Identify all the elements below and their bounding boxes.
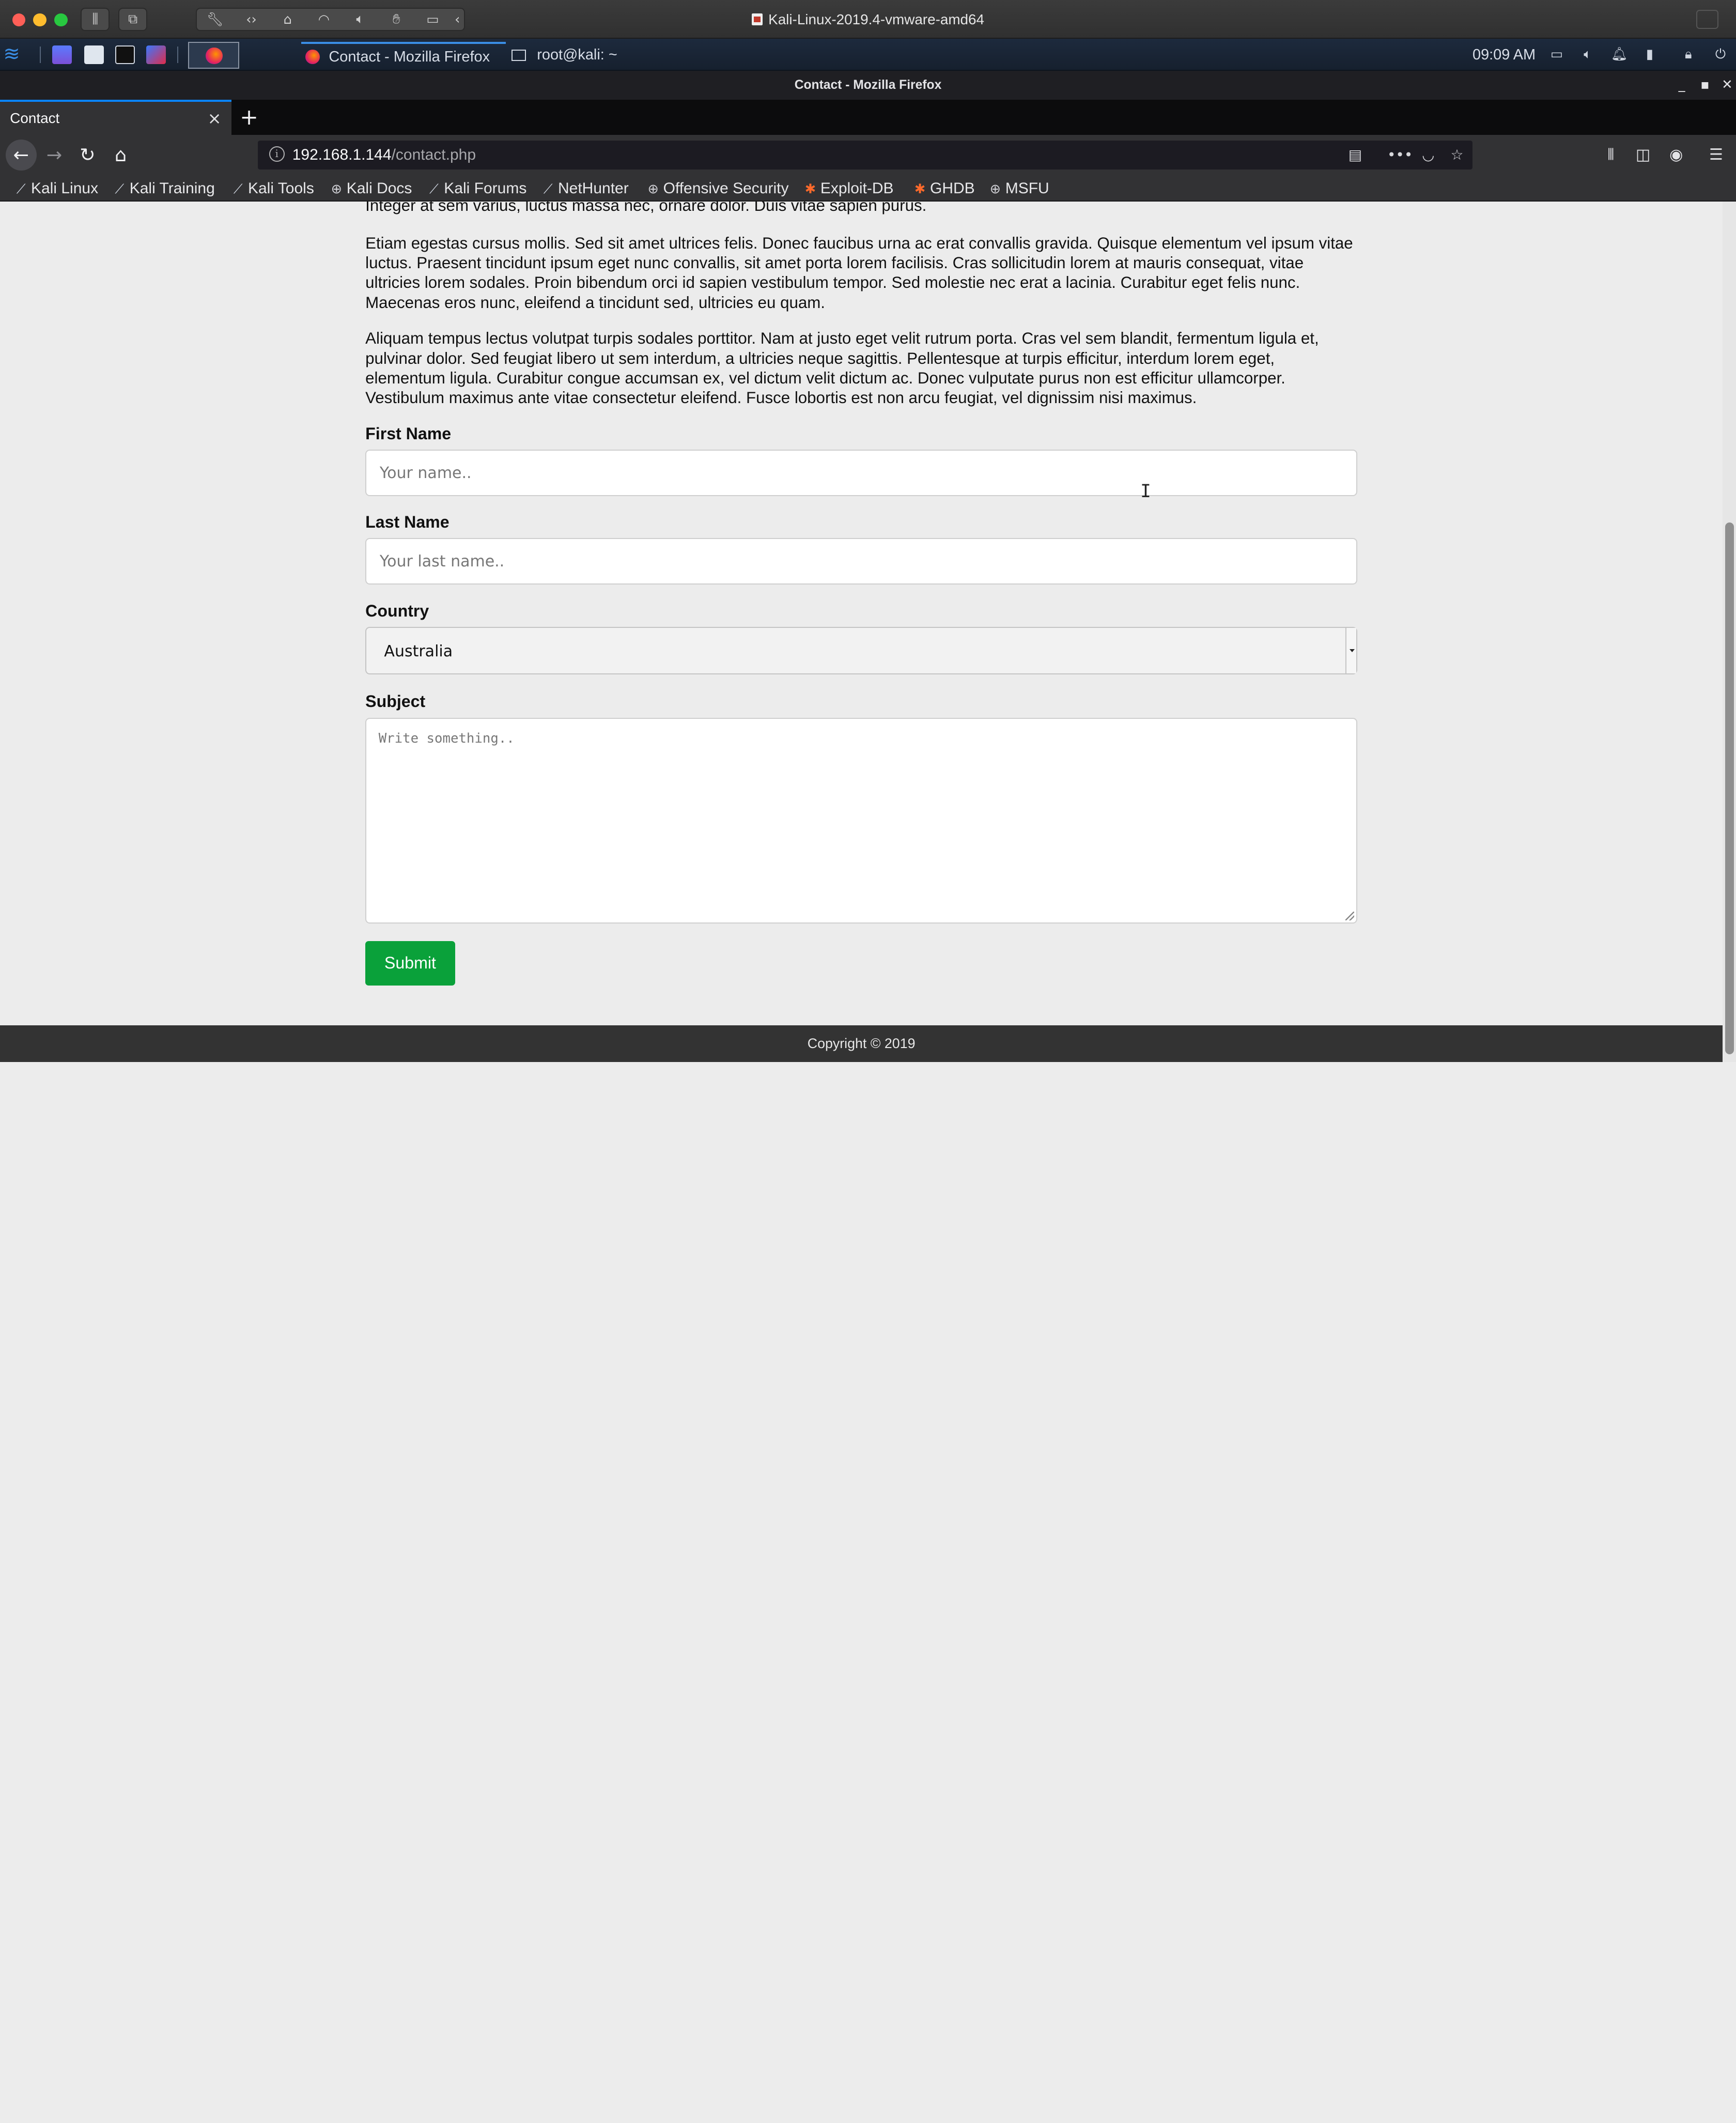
task-firefox[interactable]: Contact - Mozilla Firefox [301, 42, 506, 68]
vm-title: Kali-Linux-2019.4-vmware-amd64 [0, 0, 1736, 39]
submit-button[interactable]: Submit [365, 941, 455, 986]
globe-icon: ⊕ [647, 181, 659, 196]
bookmark-nethunter[interactable]: ⟋ NetHunter [540, 175, 629, 203]
lock-icon[interactable]: 🔒︎ [1681, 47, 1696, 62]
firefox-window-title: Contact - Mozilla Firefox [0, 71, 1736, 100]
clock[interactable]: 09:09 AM [1473, 39, 1536, 71]
site-info-icon[interactable]: i [269, 146, 285, 162]
firefox-icon [305, 49, 320, 64]
terminal-icon [511, 50, 526, 61]
reader-view-icon[interactable]: ▤ [1344, 141, 1366, 170]
tab-strip: Contact × + [0, 99, 1736, 135]
country-label: Country [365, 601, 429, 620]
page-viewport[interactable]: Integer at sem varius, luctus massa nec,… [0, 202, 1723, 1062]
bookmark-star-icon[interactable]: ☆ [1446, 141, 1468, 170]
kali-icon: ⟋ [233, 181, 243, 196]
account-icon[interactable]: ◉ [1664, 141, 1688, 170]
paragraph: Etiam egestas cursus mollis. Sed sit ame… [365, 234, 1353, 312]
subject-field[interactable] [365, 717, 1358, 924]
new-tab-button[interactable]: + [237, 100, 261, 135]
bookmark-kali-tools[interactable]: ⟋ Kali Tools [230, 175, 314, 203]
forward-button[interactable]: → [40, 141, 69, 170]
bookmark-kali-docs[interactable]: ⊕ Kali Docs [329, 175, 412, 203]
home-button[interactable]: ⌂ [106, 141, 135, 170]
paragraph-partial: Integer at sem varius, luctus massa nec,… [365, 202, 927, 215]
workspace-firefox[interactable] [188, 42, 239, 69]
tab-close-icon[interactable]: × [208, 102, 222, 135]
panel-separator [177, 47, 178, 64]
footer: Copyright © 2019 [0, 1025, 1723, 1062]
volume-icon[interactable]: 🔈︎ [1580, 47, 1595, 62]
fullscreen-icon[interactable] [1696, 10, 1718, 29]
vm-titlebar: ⫼ ⧉ 🔧︎ ‹› ⌂ ◠ 🔈︎ ✋︎ ▭ ‹ Kali-Linux-2019.… [0, 0, 1736, 39]
bug-icon: ✱ [914, 181, 926, 196]
last-name-label: Last Name [365, 513, 450, 532]
page-actions-icon[interactable]: ••• [1387, 141, 1413, 170]
navigation-toolbar: ← → ↻ ⌂ i 192.168.1.144/contact.php ▤ ••… [0, 135, 1736, 175]
tab-label: Contact [10, 110, 60, 126]
bookmark-kali-training[interactable]: ⟋ Kali Training [112, 175, 214, 203]
firefox-icon [206, 47, 223, 65]
files-launcher-icon[interactable] [84, 45, 104, 65]
library-icon[interactable]: ⫴ [1599, 141, 1623, 170]
sidebar-icon[interactable]: ◫ [1631, 141, 1655, 170]
display-icon[interactable]: ▭ [1549, 47, 1564, 62]
resize-grip-icon[interactable] [1345, 911, 1354, 920]
kali-menu-icon[interactable]: ≋ [3, 43, 27, 66]
first-name-label: First Name [365, 424, 452, 443]
close-icon[interactable]: ✕ [1719, 71, 1735, 100]
bookmark-exploit-db[interactable]: ✱ Exploit-DB [803, 175, 894, 203]
kali-icon: ⟋ [543, 181, 553, 196]
kali-icon: ⟋ [16, 181, 26, 196]
last-name-field[interactable] [365, 538, 1358, 585]
bookmark-kali-forums[interactable]: ⟋ Kali Forums [426, 175, 526, 203]
globe-icon: ⊕ [331, 181, 343, 196]
pocket-icon[interactable]: ◡ [1417, 141, 1439, 170]
scrollbar-thumb[interactable] [1725, 522, 1734, 1054]
kali-icon: ⟋ [115, 181, 125, 196]
chevron-down-icon[interactable] [1345, 627, 1357, 673]
bookmark-ghdb[interactable]: ✱ GHDB [912, 175, 975, 203]
tab-contact[interactable]: Contact × [0, 99, 231, 135]
reload-button[interactable]: ↻ [73, 141, 102, 170]
menu-icon[interactable]: ☰ [1704, 141, 1728, 170]
bug-icon: ✱ [804, 181, 816, 196]
app-launcher-icon[interactable] [146, 45, 166, 65]
panel-separator [40, 47, 41, 64]
url-text[interactable]: 192.168.1.144/contact.php [292, 141, 476, 170]
url-bar[interactable]: i 192.168.1.144/contact.php ▤ ••• ◡ ☆ [258, 141, 1473, 170]
task-terminal[interactable]: root@kali: ~ [509, 42, 654, 68]
page-scrollbar[interactable] [1723, 202, 1736, 1062]
back-button[interactable]: ← [5, 139, 37, 171]
notification-bell-icon[interactable]: 🔔︎ [1611, 47, 1628, 62]
country-select[interactable]: Australia [365, 626, 1358, 674]
terminal-launcher-icon[interactable] [115, 45, 135, 65]
minimize-icon[interactable]: _ [1674, 71, 1690, 100]
bookmark-kali-linux[interactable]: ⟋ Kali Linux [13, 175, 98, 203]
globe-icon: ⊕ [989, 181, 1001, 196]
screen: ⫼ ⧉ 🔧︎ ‹› ⌂ ◠ 🔈︎ ✋︎ ▭ ‹ Kali-Linux-2019.… [0, 0, 1736, 1062]
country-selected-value: Australia [384, 642, 453, 660]
power-icon[interactable]: ⏻ [1713, 47, 1728, 62]
paragraph: Aliquam tempus lectus volutpat turpis so… [365, 329, 1319, 407]
bookmarks-toolbar: ⟋ Kali Linux ⟋ Kali Training ⟋ Kali Tools ⊕… [0, 175, 1736, 202]
subject-textarea[interactable] [366, 718, 1357, 923]
first-name-input[interactable] [366, 451, 1357, 495]
kali-icon: ⟋ [429, 181, 439, 196]
battery-icon[interactable]: ▮ [1642, 47, 1657, 62]
maximize-icon[interactable]: ▪ [1697, 71, 1713, 100]
bookmark-offensive-security[interactable]: ⊕ Offensive Security [645, 175, 789, 203]
text-cursor-icon: I [1140, 481, 1151, 502]
subject-label: Subject [365, 692, 426, 711]
first-name-field[interactable] [365, 450, 1358, 496]
bookmark-msfu[interactable]: ⊕ MSFU [987, 175, 1049, 203]
desktop-launcher-icon[interactable] [52, 45, 72, 65]
last-name-input[interactable] [366, 539, 1357, 584]
vm-icon [752, 13, 763, 26]
